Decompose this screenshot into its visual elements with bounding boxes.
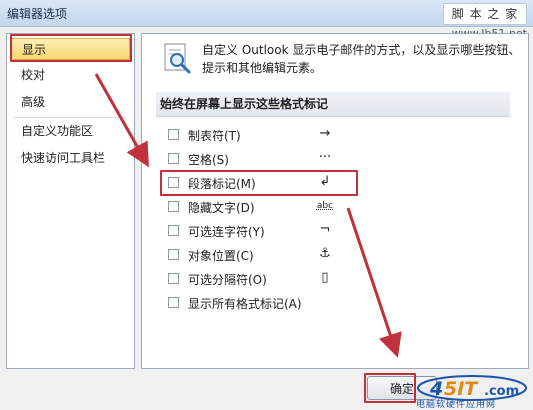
editor-options-dialog: 编辑器选项 脚 本 之 家 www.Jb51.net 显示 校对 高级 自定义功… [0, 0, 533, 410]
arrow-to-ok-button [346, 207, 402, 358]
arrow-to-paragraph-option [94, 73, 149, 168]
annotation-arrows [94, 73, 402, 358]
